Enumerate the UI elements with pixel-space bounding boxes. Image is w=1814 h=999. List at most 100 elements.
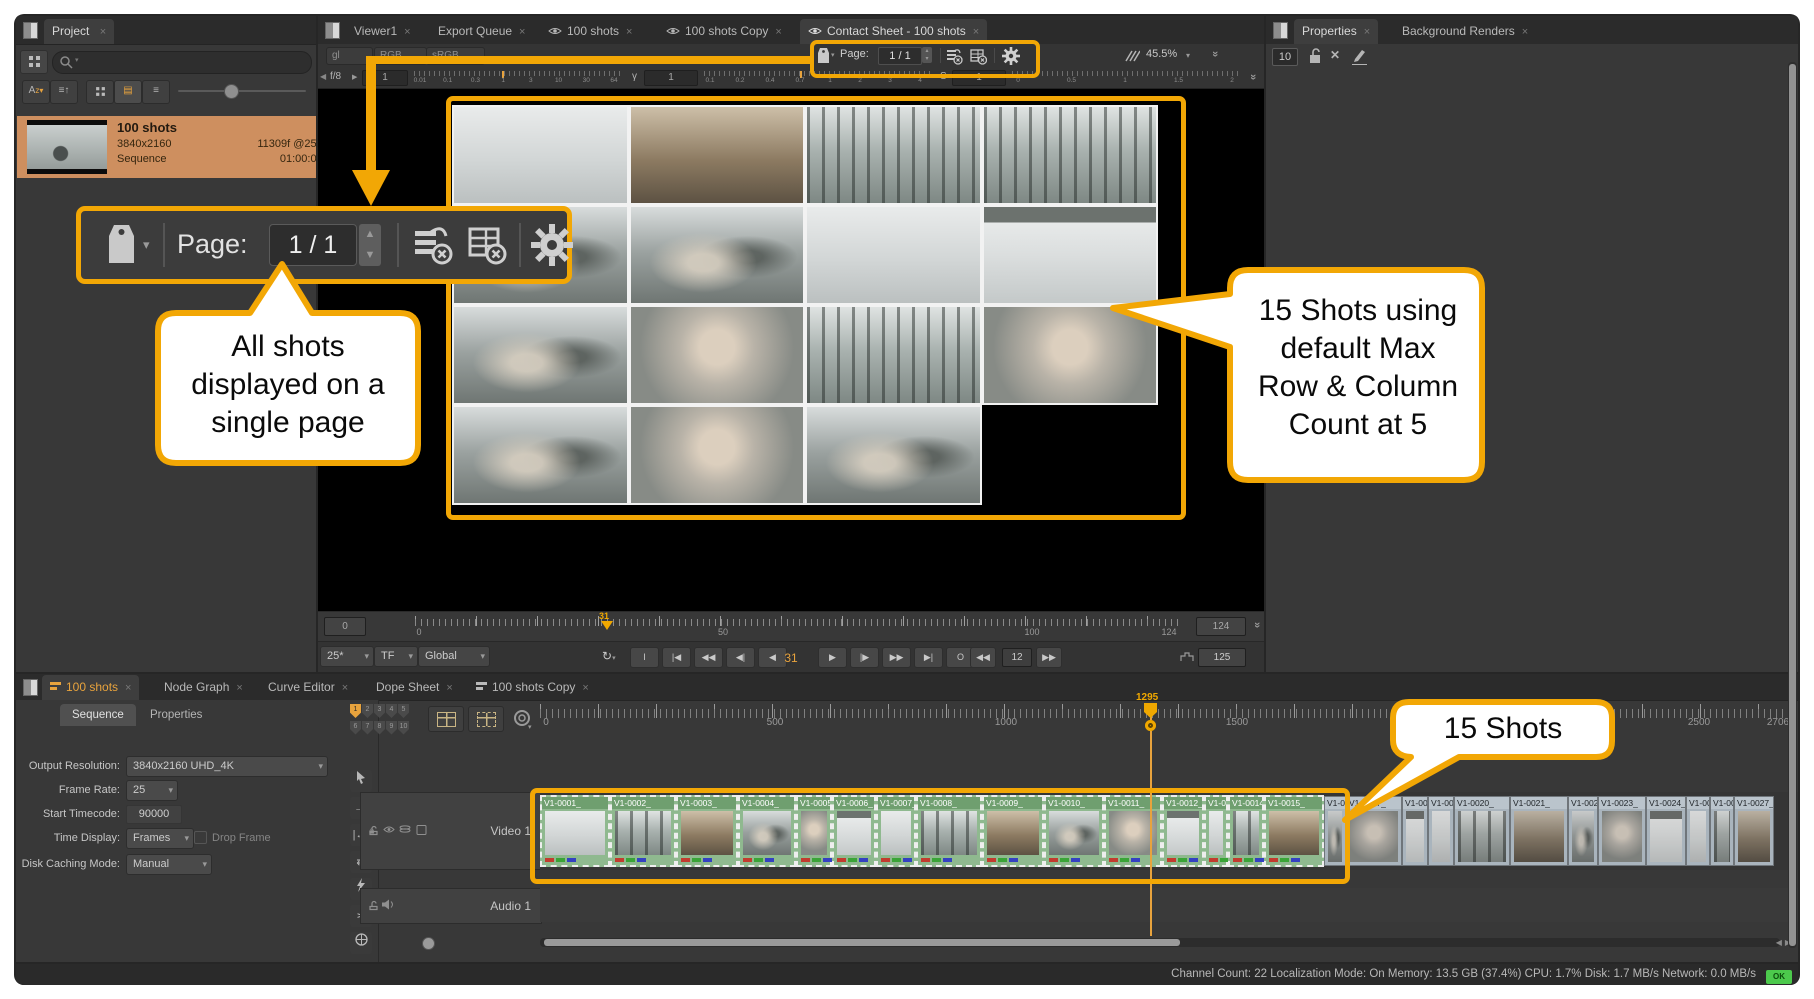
tab-export-queue[interactable]: Export Queue× <box>430 19 533 44</box>
contact-sheet-shot[interactable] <box>805 105 982 205</box>
contact-sheet-shot[interactable] <box>629 405 806 505</box>
marker-tag[interactable]: 6 <box>350 721 361 735</box>
duration-input[interactable]: 125 <box>1198 648 1246 667</box>
tab-contact-sheet[interactable]: Contact Sheet - 100 shots× <box>800 19 987 44</box>
chevron-right-icon[interactable]: ▶ <box>352 73 357 81</box>
timeline-clip[interactable]: V1-0019_ <box>1428 796 1454 866</box>
timeline-clip[interactable]: V1-0025_ <box>1686 796 1710 866</box>
thumbnail-view-button[interactable] <box>468 706 504 732</box>
timeline-clip[interactable]: V1-0001_ <box>540 795 610 867</box>
tab-curve-editor[interactable]: Curve Editor× <box>260 675 356 700</box>
transport-button[interactable]: I <box>630 647 659 668</box>
timeline-clip[interactable]: V1-0010_ <box>1044 795 1104 867</box>
chevron-down-icon[interactable]: ▾ <box>831 51 835 59</box>
sort-alpha-button[interactable]: Az▾ <box>22 80 50 104</box>
timeline-clip[interactable]: V1-0016_ <box>1324 796 1346 866</box>
scrollbar-thumb[interactable] <box>544 939 1180 946</box>
view-list-button[interactable]: ≡ <box>142 80 170 104</box>
tab-node-graph[interactable]: Node Graph× <box>156 675 251 700</box>
close-icon[interactable]: × <box>236 682 242 694</box>
close-icon[interactable]: × <box>519 26 525 38</box>
bin-view-button[interactable] <box>20 50 48 74</box>
gear-icon[interactable] <box>1002 47 1020 65</box>
subtab-sequence[interactable]: Sequence <box>60 704 136 726</box>
transport-button[interactable]: ◀| <box>726 647 755 668</box>
contact-sheet-shot[interactable] <box>805 405 982 505</box>
track-icons[interactable] <box>369 824 427 836</box>
frame-range-icon[interactable] <box>1180 652 1194 662</box>
marker-tag[interactable]: 1 <box>350 704 361 718</box>
viewer-playhead[interactable]: 31 <box>601 613 613 639</box>
saturation-ruler[interactable]: 00.511.52 <box>1012 71 1242 85</box>
drop-frame-checkbox[interactable] <box>194 831 207 844</box>
timeline-clip[interactable]: V1-0017_ <box>1346 796 1402 866</box>
scrollbar-thumb[interactable] <box>1789 64 1796 946</box>
timeline-clip[interactable]: V1-0005_ <box>796 795 832 867</box>
close-icon[interactable]: × <box>446 682 452 694</box>
transport-button[interactable]: ◀◀ <box>694 647 723 668</box>
marker-tag[interactable]: 5 <box>398 704 409 718</box>
marker-tag[interactable]: 2 <box>362 704 373 718</box>
close-icon[interactable]: × <box>125 682 131 694</box>
timeline-clip[interactable]: V1-0004_ <box>738 795 796 867</box>
vertical-scrollbar[interactable] <box>1788 62 1797 948</box>
clear-row-icon[interactable] <box>946 48 963 65</box>
marker-tag[interactable]: 4 <box>386 704 397 718</box>
close-icon[interactable]: × <box>404 26 410 38</box>
playback-rate-value[interactable]: 12 <box>1002 648 1032 667</box>
viewer-viewport[interactable] <box>318 89 1264 611</box>
timeline-clip[interactable]: V1-0012_ <box>1162 795 1204 867</box>
collapse-left-icon[interactable]: ◀ <box>320 72 326 81</box>
timeline-clip[interactable]: V1-0011_ <box>1104 795 1162 867</box>
contact-sheet-shot[interactable] <box>982 105 1159 205</box>
panel-layout-icon[interactable] <box>23 679 38 696</box>
collapse-chevrons-icon[interactable]: » <box>1209 51 1221 57</box>
loop-mode-icon[interactable]: ↻▾ <box>602 649 616 663</box>
fstop-input[interactable]: 1 <box>362 70 408 86</box>
clear-grid-icon[interactable] <box>970 48 987 65</box>
timeline-clip[interactable]: V1-0003_ <box>676 795 738 867</box>
contact-sheet-shot[interactable] <box>629 305 806 405</box>
timeline-clip[interactable]: V1-0027_ <box>1734 796 1774 866</box>
timeline-clip[interactable]: V1-0015_ <box>1264 795 1324 867</box>
channel-dropdown[interactable]: RGB <box>374 47 427 65</box>
time-display-dropdown[interactable]: Frames▾ <box>126 828 194 849</box>
transport-button[interactable]: ▶ <box>818 647 847 668</box>
contact-sheet-shot[interactable] <box>452 305 629 405</box>
panel-layout-icon[interactable] <box>23 22 38 39</box>
timeline-clip[interactable]: V1-0008_ <box>916 795 982 867</box>
gamma-input[interactable]: 1 <box>644 70 698 86</box>
timeline-clip[interactable]: V1-0022_ <box>1568 796 1598 866</box>
timeline-clip[interactable]: V1-0007_ <box>876 795 916 867</box>
contact-sheet-shot[interactable] <box>629 105 806 205</box>
timeline-clip[interactable]: V1-0024_ <box>1646 796 1686 866</box>
tag-icon[interactable] <box>816 47 831 65</box>
timeline-clip[interactable]: V1-0006_ <box>832 795 876 867</box>
panel-layout-icon[interactable] <box>1273 22 1288 39</box>
contact-sheet-shot[interactable] <box>452 105 629 205</box>
contact-sheet-shot[interactable] <box>982 305 1159 405</box>
marker-tag[interactable]: 9 <box>386 721 397 735</box>
start-timecode-input[interactable]: 90000 <box>126 805 182 824</box>
timeline-clip[interactable]: V1-0013_ <box>1204 795 1228 867</box>
timeline-clip[interactable]: V1-0018_ <box>1402 796 1428 866</box>
search-input[interactable]: ▾ <box>52 51 312 74</box>
close-icon[interactable]: × <box>973 26 979 38</box>
disk-caching-dropdown[interactable]: Manual▾ <box>126 854 212 875</box>
frame-rate-dropdown[interactable]: 25▾ <box>126 780 178 801</box>
remove-all-icon[interactable]: ✕ <box>1330 48 1340 62</box>
tab-project[interactable]: Project × <box>44 19 114 44</box>
tab-background-renders[interactable]: Background Renders× <box>1394 19 1536 44</box>
collapse-chevrons-icon[interactable]: » <box>1247 74 1259 80</box>
thumbnail-size-slider[interactable] <box>178 90 306 92</box>
tab-timeline-100-shots[interactable]: 100 shots× <box>42 675 139 700</box>
timeline-zoom-knob[interactable] <box>422 937 435 950</box>
marker-tag[interactable]: 10 <box>398 721 409 735</box>
timeline-clip[interactable]: V1-0026_ <box>1710 796 1734 866</box>
display-transform-dropdown[interactable]: sRGB <box>426 47 485 65</box>
track-view-button[interactable] <box>428 706 464 732</box>
bin-item-100-shots[interactable]: 100 shots 3840x2160 Sequence 11309f @25F… <box>17 116 316 178</box>
track-icons[interactable] <box>369 899 399 911</box>
audio-track-header[interactable]: Audio 1 <box>360 888 542 924</box>
close-icon[interactable]: × <box>1522 26 1528 38</box>
